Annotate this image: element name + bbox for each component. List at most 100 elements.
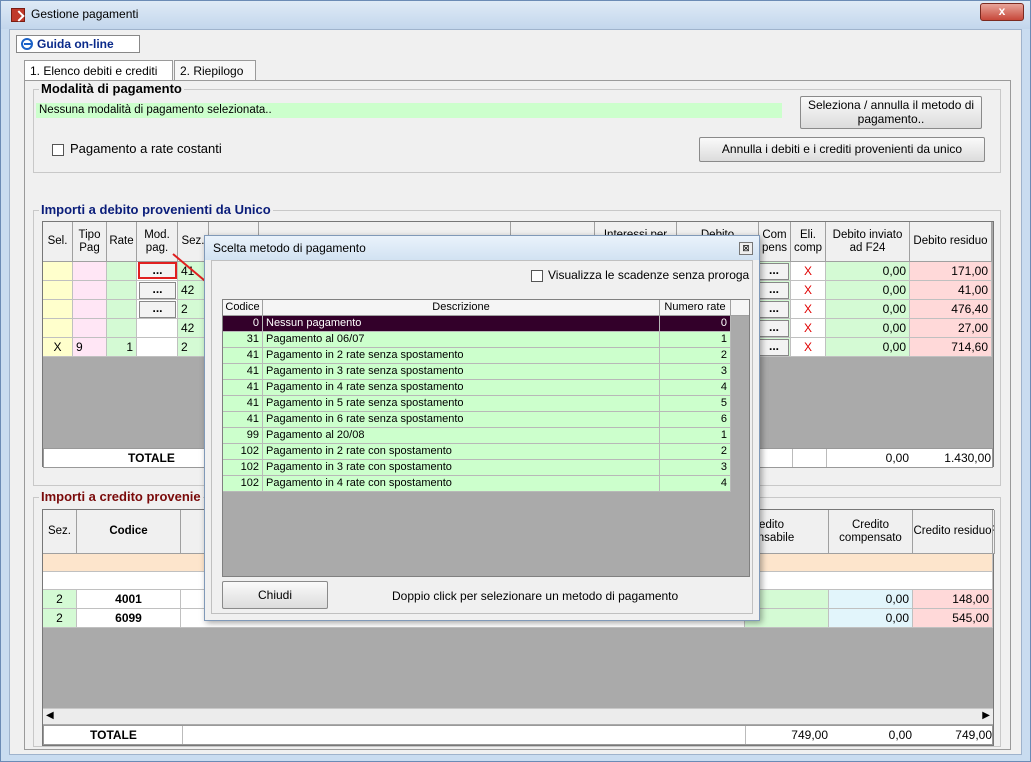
- item-descrizione: Pagamento in 3 rate con spostamento: [263, 460, 660, 476]
- list-item[interactable]: 102 Pagamento in 2 rate con spostamento …: [223, 444, 731, 460]
- col-codice: Codice: [77, 510, 181, 554]
- tab-elenco[interactable]: 1. Elenco debiti e crediti: [24, 60, 173, 81]
- crediti-totale-compensato: 0,00: [888, 728, 912, 742]
- item-descrizione: Pagamento in 4 rate con spostamento: [263, 476, 660, 492]
- list-item[interactable]: 102 Pagamento in 4 rate con spostamento …: [223, 476, 731, 492]
- debito-residuo: 27,00: [910, 319, 992, 338]
- col-credito-compensato: Credito compensato: [829, 510, 913, 554]
- dialog-close-button[interactable]: ⊠: [739, 242, 753, 255]
- eli-comp-button[interactable]: X: [791, 281, 826, 300]
- list-item[interactable]: 41 Pagamento in 5 rate senza spostamento…: [223, 396, 731, 412]
- item-codice: 102: [223, 476, 263, 492]
- help-online-button[interactable]: Guida on-line: [16, 35, 140, 53]
- list-item[interactable]: 41 Pagamento in 2 rate senza spostamento…: [223, 348, 731, 364]
- mod-pag-button[interactable]: ...: [139, 282, 176, 299]
- eli-comp-button[interactable]: X: [791, 300, 826, 319]
- compens-button[interactable]: ...: [759, 282, 789, 299]
- item-descrizione: Nessun pagamento: [263, 316, 660, 332]
- item-descrizione: Pagamento al 06/07: [263, 332, 660, 348]
- col-mod-pag: Mod. pag.: [137, 222, 178, 262]
- item-codice: 41: [223, 380, 263, 396]
- chiudi-button[interactable]: Chiudi: [222, 581, 328, 609]
- eli-comp-button[interactable]: X: [791, 319, 826, 338]
- main-window: Gestione pagamenti x Guida on-line 1. El…: [0, 0, 1031, 762]
- eli-comp-button[interactable]: X: [791, 262, 826, 281]
- debito-sel[interactable]: [43, 319, 73, 338]
- eli-comp-button[interactable]: X: [791, 338, 826, 357]
- debiti-totale-residuo: 1.430,00: [944, 451, 991, 465]
- debiti-totale-label: TOTALE: [128, 451, 175, 465]
- debito-rate: [107, 319, 137, 338]
- list-item[interactable]: 31 Pagamento al 06/07 1: [223, 332, 731, 348]
- debito-rate: [107, 281, 137, 300]
- item-descrizione: Pagamento al 20/08: [263, 428, 660, 444]
- mod-pag-button[interactable]: ...: [138, 262, 177, 279]
- item-codice: 0: [223, 316, 263, 332]
- window-close-button[interactable]: x: [980, 3, 1024, 21]
- compens-button[interactable]: ...: [759, 263, 789, 280]
- crediti-totale-compensabile: 749,00: [791, 728, 828, 742]
- item-descrizione: Pagamento in 4 rate senza spostamento: [263, 380, 660, 396]
- list-item[interactable]: 0 Nessun pagamento 0: [223, 316, 731, 332]
- debito-sel[interactable]: [43, 262, 73, 281]
- rate-costanti-checkbox[interactable]: [52, 144, 64, 156]
- compens-button[interactable]: ...: [759, 301, 789, 318]
- item-codice: 102: [223, 444, 263, 460]
- col-sez: Sez.: [43, 510, 77, 554]
- compens-button[interactable]: ...: [759, 320, 789, 337]
- item-rate: 1: [660, 428, 731, 444]
- debito-sel[interactable]: [43, 281, 73, 300]
- scroll-right-icon[interactable]: ▶: [982, 710, 990, 721]
- list-item[interactable]: 99 Pagamento al 20/08 1: [223, 428, 731, 444]
- debito-inviato: 0,00: [826, 338, 910, 357]
- item-descrizione: Pagamento in 5 rate senza spostamento: [263, 396, 660, 412]
- debito-tipo: 9: [73, 338, 107, 357]
- list-item[interactable]: 41 Pagamento in 3 rate senza spostamento…: [223, 364, 731, 380]
- item-rate: 0: [660, 316, 731, 332]
- debito-inviato: 0,00: [826, 281, 910, 300]
- payment-status: Nessuna modalità di pagamento selezionat…: [36, 103, 782, 118]
- annulla-unico-button[interactable]: Annulla i debiti e i crediti provenienti…: [699, 137, 985, 162]
- visualizza-checkbox[interactable]: [531, 270, 543, 282]
- dialog-title: Scelta metodo di pagamento: [205, 236, 759, 260]
- item-rate: 4: [660, 476, 731, 492]
- list-item[interactable]: 41 Pagamento in 6 rate senza spostamento…: [223, 412, 731, 428]
- debiti-group-title: Importi a debito provenienti da Unico: [39, 202, 273, 217]
- debito-sel[interactable]: [43, 300, 73, 319]
- crediti-totale-row: TOTALE 749,00 0,00 749,00: [43, 725, 993, 745]
- item-rate: 5: [660, 396, 731, 412]
- modalita-group: Nessuna modalità di pagamento selezionat…: [33, 89, 1001, 173]
- debito-mod-cell: [137, 319, 178, 338]
- visualizza-label: Visualizza le scadenze senza proroga: [548, 268, 750, 282]
- credito-compensato: 0,00: [829, 590, 913, 609]
- crediti-scrollbar[interactable]: ◀ ▶: [43, 708, 993, 724]
- compens-button[interactable]: ...: [759, 339, 789, 356]
- mod-pag-button[interactable]: ...: [139, 301, 176, 318]
- window-title: Gestione pagamenti: [31, 7, 139, 21]
- col-sel: Sel.: [43, 222, 73, 262]
- debito-rate: [107, 262, 137, 281]
- debito-tipo: [73, 262, 107, 281]
- item-codice: 41: [223, 348, 263, 364]
- scroll-left-icon[interactable]: ◀: [46, 710, 54, 721]
- debito-inviato: 0,00: [826, 262, 910, 281]
- debito-residuo: 41,00: [910, 281, 992, 300]
- select-method-button[interactable]: Seleziona / annulla il metodo di pagamen…: [800, 96, 982, 129]
- tab-riepilogo[interactable]: 2. Riepilogo: [174, 60, 256, 80]
- payment-method-list: Codice Descrizione Numero rate 0 Nessun …: [222, 299, 750, 577]
- list-col-spacer: [731, 300, 749, 316]
- item-rate: 6: [660, 412, 731, 428]
- item-rate: 1: [660, 332, 731, 348]
- list-item[interactable]: 41 Pagamento in 4 rate senza spostamento…: [223, 380, 731, 396]
- item-codice: 31: [223, 332, 263, 348]
- debito-sel[interactable]: X: [43, 338, 73, 357]
- col-debito-residuo: Debito residuo: [910, 222, 992, 262]
- crediti-totale-label: TOTALE: [90, 728, 137, 742]
- credito-residuo: 545,00: [913, 609, 993, 628]
- list-item[interactable]: 102 Pagamento in 3 rate con spostamento …: [223, 460, 731, 476]
- credito-codice: 6099: [77, 609, 181, 628]
- item-rate: 2: [660, 444, 731, 460]
- debiti-totale-inviato: 0,00: [885, 451, 909, 465]
- col-credito-residuo: Credito residuo: [913, 510, 993, 554]
- credito-residuo: 148,00: [913, 590, 993, 609]
